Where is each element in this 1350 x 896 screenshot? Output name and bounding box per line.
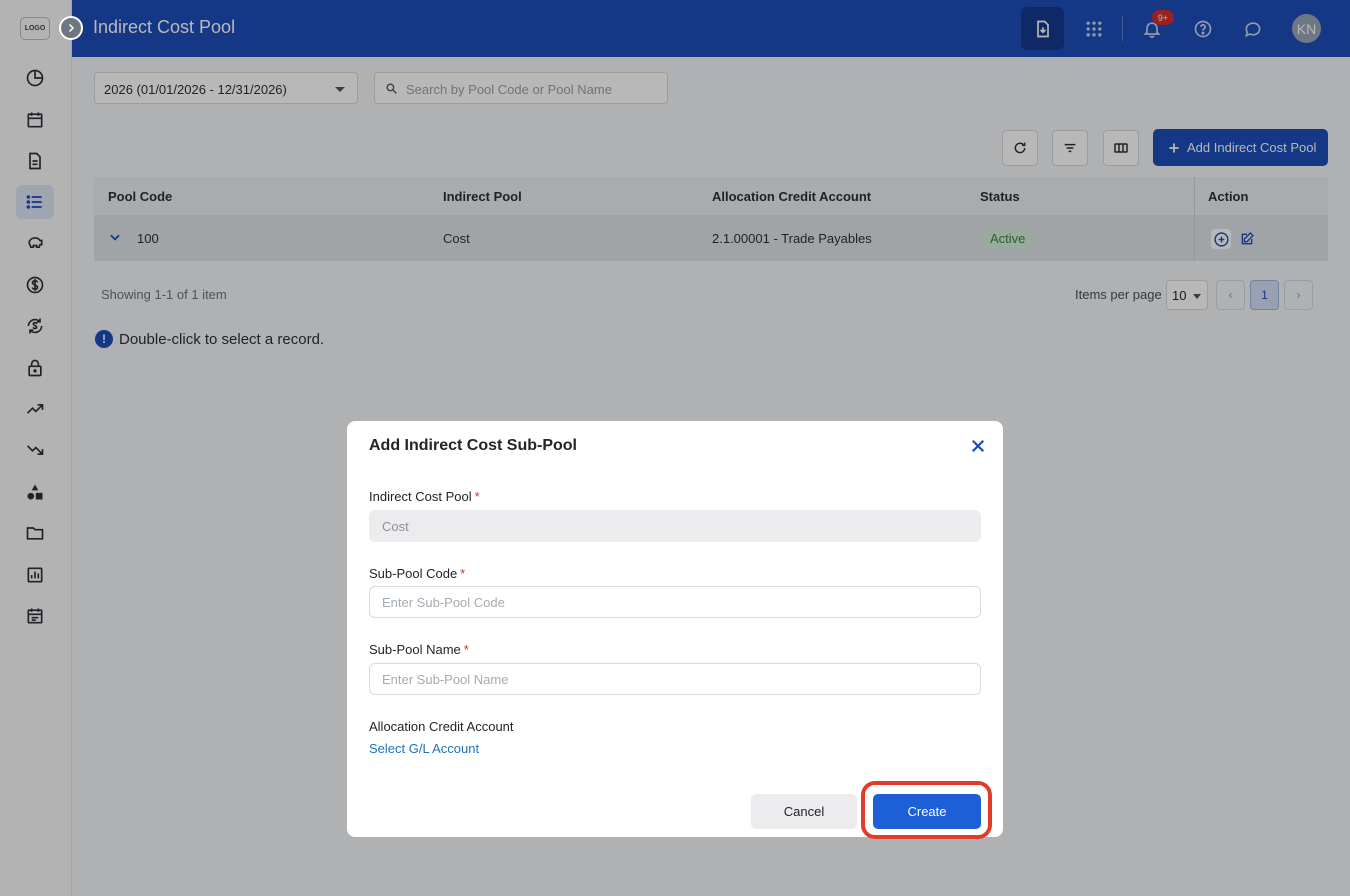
pool-label: Indirect Cost Pool * [369,489,480,504]
sub-pool-code-label-text: Sub-Pool Code [369,566,458,581]
close-icon[interactable] [969,437,987,455]
required-asterisk: * [474,489,480,504]
sub-pool-name-input[interactable] [370,664,980,694]
dialog-title: Add Indirect Cost Sub-Pool [369,437,577,454]
add-sub-pool-dialog: Add Indirect Cost Sub-Pool Indirect Cost… [347,421,1003,837]
required-asterisk: * [460,566,466,581]
chevron-right-icon [68,23,75,33]
select-gl-account-link[interactable]: Select G/L Account [369,741,479,756]
sub-pool-code-input[interactable] [370,587,980,617]
allocation-account-label: Allocation Credit Account [369,719,514,734]
sub-pool-code-label: Sub-Pool Code * [369,566,465,581]
pool-label-text: Indirect Cost Pool [369,489,472,504]
indirect-cost-pool-field [369,510,981,542]
cancel-button[interactable]: Cancel [751,794,857,829]
sub-pool-name-field[interactable] [369,663,981,695]
sub-pool-code-field[interactable] [369,586,981,618]
sidebar-toggle-button[interactable] [59,16,83,40]
sub-pool-name-label-text: Sub-Pool Name [369,642,461,657]
indirect-cost-pool-input [370,511,980,541]
required-asterisk: * [463,642,469,657]
sub-pool-name-label: Sub-Pool Name * [369,642,469,657]
create-button-highlight [861,781,992,839]
